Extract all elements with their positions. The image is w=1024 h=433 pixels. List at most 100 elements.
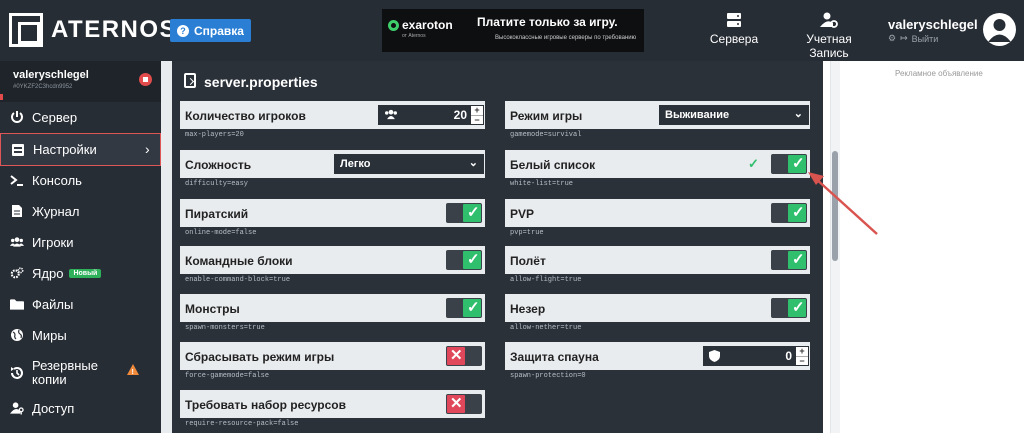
sidebar-item-label: Игроки — [32, 234, 74, 250]
setting-label: Сложность — [185, 158, 252, 172]
setting-label: Количество игроков — [185, 109, 306, 123]
setting-whitelist: Белый список ✓ ✓ white-list=true — [505, 150, 810, 190]
difficulty-select[interactable]: Легко ⌄ — [334, 154, 484, 174]
gamemode-select[interactable]: Выживание ⌄ — [659, 105, 809, 125]
gear-small-icon: ⚙ — [888, 33, 897, 43]
setting-label: Командные блоки — [185, 254, 293, 268]
setting-force-gamemode: Сбрасывать режим игры ✕ force-gamemode=f… — [180, 342, 485, 382]
exaroton-logo: exaroton — [388, 18, 453, 32]
check-icon: ✓ — [792, 155, 805, 172]
increment-icon[interactable]: + — [474, 105, 479, 115]
setting-spawn-monsters: Монстры ✓ spawn-monsters=true — [180, 294, 485, 334]
ad-logo-text: exaroton — [402, 18, 453, 32]
settings-icon — [11, 143, 25, 157]
servers-icon — [727, 13, 741, 27]
setting-online-mode: Пиратский ✓ online-mode=false — [180, 199, 485, 239]
sidebar-item-worlds[interactable]: Миры — [0, 324, 161, 346]
spawn-protection-stepper[interactable]: + − — [796, 346, 808, 366]
sidebar-accent-bar — [0, 94, 3, 100]
setting-key: difficulty=easy — [185, 180, 249, 188]
setting-key: allow-nether=true — [510, 324, 582, 332]
setting-label: Незер — [510, 302, 546, 316]
user-avatar-icon — [988, 19, 1011, 42]
sidebar-item-files[interactable]: Файлы — [0, 293, 161, 315]
check-icon: ✓ — [792, 299, 805, 316]
sidebar-item-access[interactable]: Доступ — [0, 397, 161, 419]
setting-key: pvp=true — [510, 229, 544, 237]
check-icon: ✓ — [792, 251, 805, 268]
sidebar-item-label: Сервер — [32, 109, 78, 125]
setting-key: gamemode=survival — [510, 131, 582, 139]
side-ad-area: Рекламное объявление — [823, 61, 1024, 433]
nav-servers[interactable]: Сервера — [708, 12, 760, 46]
content-gutter — [161, 61, 172, 433]
app-root: ATERNOS ? Справка exaroton от Aternos Пл… — [0, 0, 1024, 433]
setting-max-players: Количество игроков 20 + − max-players=20 — [180, 101, 485, 141]
setting-allow-flight: Полёт ✓ allow-flight=true — [505, 246, 810, 286]
sidebar-item-label: Миры — [32, 327, 67, 343]
max-players-input[interactable]: 20 + − — [378, 105, 484, 125]
ad-headline: Платите только за игру. — [477, 15, 618, 29]
check-icon: ✓ — [467, 299, 480, 316]
setting-label: Режим игры — [510, 109, 583, 123]
chevron-right-icon: › — [145, 141, 150, 157]
sidebar-item-core[interactable]: Ядро Новый — [0, 262, 161, 284]
sidebar-item-settings[interactable]: Настройки › — [0, 133, 161, 166]
header-user-name: valeryschlegel — [888, 17, 978, 32]
help-button[interactable]: ? Справка — [170, 19, 251, 42]
players-icon — [10, 235, 24, 249]
avatar[interactable] — [983, 13, 1016, 46]
help-button-label: Справка — [194, 23, 244, 38]
check-icon: ✓ — [792, 204, 805, 221]
question-icon: ? — [177, 24, 189, 37]
max-players-stepper[interactable]: + − — [471, 105, 483, 125]
setting-label: Полёт — [510, 254, 546, 268]
sidebar-item-server[interactable]: Сервер — [0, 106, 161, 128]
aternos-logo-icon[interactable] — [9, 13, 43, 47]
sidebar-item-backups[interactable]: Резервные копии — [0, 355, 161, 391]
server-status-stop-icon[interactable] — [139, 73, 152, 86]
sidebar-item-console[interactable]: Консоль — [0, 169, 161, 191]
setting-label: PVP — [510, 207, 535, 221]
page-title: server.properties — [204, 74, 318, 90]
check-icon: ✓ — [467, 251, 480, 268]
setting-label: Требовать набор ресурсов — [185, 398, 347, 412]
sidebar-server-header: valeryschlegel #0YKZF2C3hcdn9952 — [0, 61, 161, 102]
setting-key: spawn-protection=0 — [510, 372, 586, 380]
setting-key: require-resource-pack=false — [185, 420, 299, 428]
gears-icon — [10, 266, 24, 280]
setting-key: enable-command-block=true — [185, 276, 291, 284]
chevron-down-icon: ⌄ — [793, 108, 803, 120]
top-bar: ATERNOS ? Справка exaroton от Aternos Пл… — [0, 0, 1024, 61]
nav-account[interactable]: Учетная Запись — [785, 12, 873, 60]
setting-key: white-list=true — [510, 180, 574, 188]
page-scrollbar-thumb[interactable] — [832, 151, 838, 261]
sidebar-item-log[interactable]: Журнал — [0, 200, 161, 222]
sidebar-item-label: Настройки — [33, 142, 97, 157]
decrement-icon[interactable]: − — [796, 356, 808, 366]
top-ad-banner[interactable]: exaroton от Aternos Платите только за иг… — [382, 9, 644, 52]
setting-label: Монстры — [185, 302, 240, 316]
server-properties-panel: server.properties Количество игроков 20 … — [172, 61, 823, 433]
increment-icon[interactable]: + — [799, 346, 804, 356]
user-key-icon — [10, 401, 24, 415]
spawn-protection-input[interactable]: 0 + − — [703, 346, 809, 366]
nav-servers-label: Сервера — [709, 32, 759, 46]
sidebar-item-players[interactable]: Игроки — [0, 231, 161, 253]
sidebar-item-label: Резервные копии — [32, 358, 98, 387]
log-file-icon — [10, 204, 24, 218]
sidebar-item-label: Доступ — [32, 400, 75, 416]
setting-key: allow-flight=true — [510, 276, 582, 284]
cross-icon: ✕ — [450, 395, 463, 412]
setting-key: force-gamemode=false — [185, 372, 270, 380]
sidebar-server-name: valeryschlegel — [13, 69, 89, 81]
setting-key: max-players=20 — [185, 131, 244, 139]
logout-link[interactable]: ⚙ ↦ Выйти — [888, 33, 938, 44]
brand-name[interactable]: ATERNOS — [51, 16, 177, 44]
ad-subline: Высококлассные игровые серверы по требов… — [495, 35, 637, 41]
players-small-icon — [384, 109, 398, 123]
decrement-icon[interactable]: − — [471, 115, 483, 125]
sidebar-server-id: #0YKZF2C3hcdn9952 — [13, 84, 73, 90]
account-gear-icon — [820, 12, 838, 28]
power-icon — [10, 110, 24, 124]
